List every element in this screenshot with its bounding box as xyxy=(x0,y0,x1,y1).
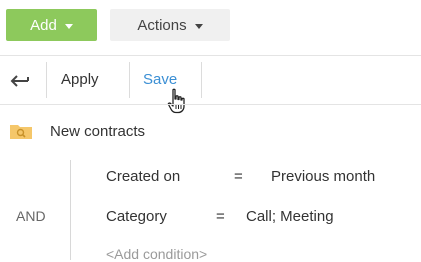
condition-operator[interactable]: = xyxy=(216,208,225,225)
toolbar-divider xyxy=(0,55,421,56)
back-arrow-icon xyxy=(10,75,29,87)
actions-button[interactable]: Actions xyxy=(110,9,230,41)
add-button-label: Add xyxy=(30,16,57,34)
add-button[interactable]: Add xyxy=(6,9,97,41)
folder-name[interactable]: New contracts xyxy=(50,123,145,140)
filter-bar-divider xyxy=(0,104,421,105)
back-button[interactable] xyxy=(6,66,34,94)
condition-group-bracket xyxy=(70,160,71,260)
separator xyxy=(201,62,202,98)
actions-button-label: Actions xyxy=(137,16,187,34)
add-condition-link[interactable]: <Add condition> xyxy=(106,246,207,262)
condition-value[interactable]: Call; Meeting xyxy=(246,208,334,225)
hand-pointer-icon xyxy=(167,88,185,114)
condition-operator[interactable]: = xyxy=(234,168,243,185)
filter-editor: Add Actions Apply Save New contracts AND… xyxy=(0,0,421,262)
apply-button[interactable]: Apply xyxy=(61,70,99,90)
separator xyxy=(129,62,130,98)
group-operator[interactable]: AND xyxy=(16,208,46,224)
search-folder-icon xyxy=(10,125,32,139)
condition-value[interactable]: Previous month xyxy=(271,168,375,185)
condition-field[interactable]: Category xyxy=(106,208,167,225)
condition-field[interactable]: Created on xyxy=(106,168,180,185)
chevron-down-icon xyxy=(194,23,203,29)
chevron-down-icon xyxy=(64,23,73,29)
save-button[interactable]: Save xyxy=(143,70,177,90)
separator xyxy=(46,62,47,98)
